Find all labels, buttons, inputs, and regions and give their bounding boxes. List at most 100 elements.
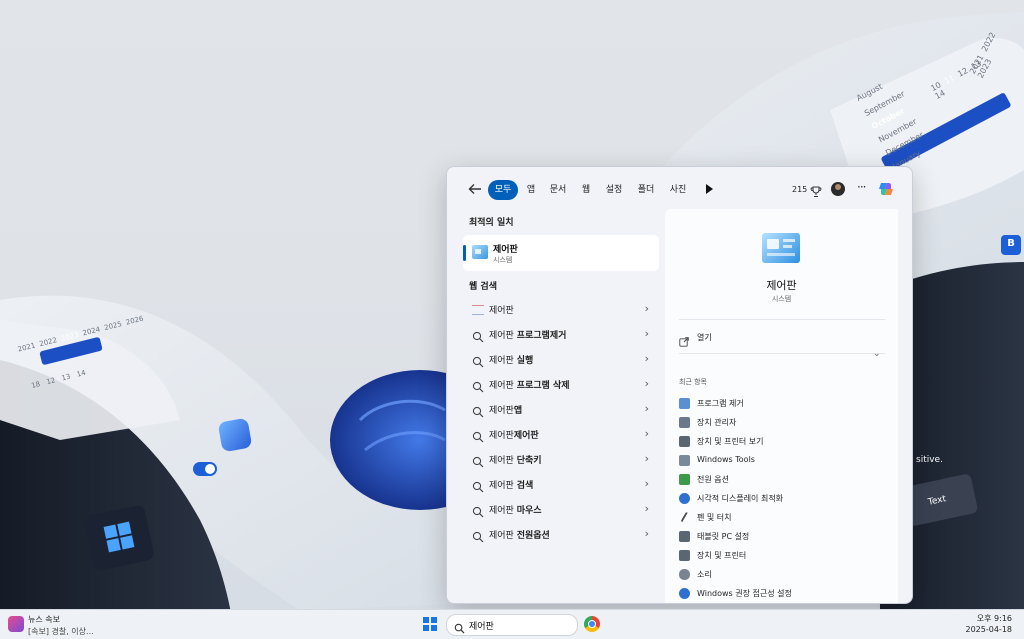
search-filter-bar: 모두 앱 문서 웹 설정 폴더 사진 215 ··· <box>447 167 912 211</box>
best-match-item[interactable]: 제어판 시스템 <box>463 235 659 271</box>
chevron-right-icon: › <box>644 327 649 340</box>
search-icon <box>472 503 484 518</box>
filter-folders[interactable]: 폴더 <box>633 180 659 200</box>
control-panel-large-icon <box>762 233 800 263</box>
recent-item[interactable]: 장치 관리자 <box>679 414 879 432</box>
start-button[interactable] <box>423 617 437 631</box>
search-icon <box>472 353 484 368</box>
web-result-query: 제어판 <box>489 456 517 466</box>
filter-all[interactable]: 모두 <box>488 180 518 200</box>
expand-chevron-icon[interactable]: ⌄ <box>873 349 881 359</box>
filter-web[interactable]: 웹 <box>577 180 595 200</box>
power-icon <box>679 474 690 485</box>
best-match-subtitle: 시스템 <box>493 256 513 264</box>
news-widget-icon <box>8 616 24 632</box>
web-result-row[interactable]: 제어판 실행 › <box>463 347 659 371</box>
copilot-icon[interactable] <box>877 180 895 198</box>
divider <box>679 319 885 320</box>
recent-item-label: 시각적 디스플레이 최적화 <box>697 494 784 503</box>
web-result-row[interactable]: 제어판 마우스 › <box>463 497 659 521</box>
web-result-row[interactable]: 제어판앱 › <box>463 397 659 421</box>
web-result-suggestion: 전원옵션 <box>516 531 550 541</box>
web-result-suggestion: 제어판 <box>513 431 539 441</box>
account-avatar[interactable] <box>831 182 845 196</box>
recent-item[interactable]: 태블릿 PC 설정 <box>679 528 879 546</box>
printer-icon <box>679 436 690 447</box>
recent-item[interactable]: 시각적 디스플레이 최적화 <box>679 490 879 508</box>
filter-documents[interactable]: 문서 <box>545 180 571 200</box>
filter-photos[interactable]: 사진 <box>665 180 691 200</box>
search-icon <box>472 528 484 543</box>
more-options-icon[interactable]: ··· <box>857 180 867 194</box>
news-title: 뉴스 속보 <box>28 615 60 624</box>
web-result-row[interactable]: 제어판 › <box>463 297 659 321</box>
open-label: 열기 <box>697 333 712 342</box>
start-search-panel: 모두 앱 문서 웹 설정 폴더 사진 215 ··· 최적의 일치 제어판 시스… <box>446 166 913 604</box>
web-result-query: 제어판 <box>489 531 517 541</box>
clock-time[interactable]: 오후 9:16 <box>977 613 1012 624</box>
taskbar: 뉴스 속보 [속보] 경찰, 이상... 제어판 오후 9:16 2025-04… <box>0 609 1024 639</box>
rewards-points: 215 <box>792 185 808 194</box>
web-result-favicon <box>472 305 484 315</box>
recent-item[interactable]: Windows 권장 접근성 설정 <box>679 585 879 603</box>
web-result-query: 제어판 <box>489 506 517 516</box>
chevron-right-icon: › <box>644 352 649 365</box>
more-filters-play-icon[interactable] <box>706 184 713 194</box>
web-result-suggestion: 앱 <box>513 406 523 416</box>
chevron-right-icon: › <box>644 427 649 440</box>
search-icon <box>472 428 484 443</box>
open-action[interactable]: 열기 <box>679 329 885 347</box>
recent-item-label: 소리 <box>697 570 712 579</box>
web-result-row[interactable]: 제어판제어판 › <box>463 422 659 446</box>
chevron-right-icon: › <box>644 302 649 315</box>
recent-item[interactable]: 소리 <box>679 566 879 584</box>
search-input[interactable]: 제어판 <box>469 619 494 632</box>
recent-item[interactable]: Windows Tools <box>679 452 879 470</box>
selection-indicator <box>463 245 466 261</box>
recent-item-label: Windows Tools <box>697 455 755 464</box>
web-result-suggestion: 단축키 <box>516 456 542 466</box>
filter-settings[interactable]: 설정 <box>601 180 627 200</box>
recent-item[interactable]: 프로그램 제거 <box>679 395 879 413</box>
recent-item-label: 장치 및 프린터 보기 <box>697 437 764 446</box>
taskbar-search-box[interactable]: 제어판 <box>446 614 578 636</box>
recent-item-label: 프로그램 제거 <box>697 399 744 408</box>
clock-date[interactable]: 2025-04-18 <box>966 625 1013 634</box>
accessibility-icon <box>679 493 690 504</box>
web-result-suggestion: 검색 <box>516 481 534 491</box>
web-result-query: 제어판 <box>489 331 517 341</box>
device-manager-icon <box>679 417 690 428</box>
recent-item[interactable]: 장치 및 프린터 보기 <box>679 433 879 451</box>
chevron-right-icon: › <box>644 402 649 415</box>
chevron-right-icon: › <box>644 377 649 390</box>
filter-apps[interactable]: 앱 <box>521 180 541 200</box>
wallpaper-badge: B <box>1007 238 1015 249</box>
web-result-row[interactable]: 제어판 프로그램 삭제 › <box>463 372 659 396</box>
web-result-row[interactable]: 제어판 단축키 › <box>463 447 659 471</box>
control-panel-icon <box>472 245 488 259</box>
back-arrow-icon[interactable] <box>467 181 483 197</box>
recent-item[interactable]: 전원 옵션 <box>679 471 879 489</box>
web-result-query: 제어판 <box>489 431 514 441</box>
web-result-suggestion: 프로그램제거 <box>516 331 567 341</box>
open-external-icon <box>679 332 689 351</box>
web-result-row[interactable]: 제어판 검색 › <box>463 472 659 496</box>
search-icon <box>472 378 484 393</box>
rewards-trophy-icon[interactable] <box>810 183 822 197</box>
tools-icon <box>679 455 690 466</box>
news-widget[interactable]: 뉴스 속보 [속보] 경찰, 이상... <box>6 613 156 637</box>
web-result-query: 제어판 <box>489 306 514 316</box>
wallpaper-text-fragment: sitive. <box>916 455 943 465</box>
speaker-icon <box>679 569 690 580</box>
search-icon <box>472 478 484 493</box>
recent-item[interactable]: 펜 및 터치 <box>679 509 879 527</box>
recent-item[interactable]: 장치 및 프린터 <box>679 547 879 565</box>
web-result-row[interactable]: 제어판 전원옵션 › <box>463 522 659 546</box>
detail-title: 제어판 <box>766 279 797 292</box>
web-result-suggestion: 실행 <box>516 356 534 366</box>
divider <box>679 353 885 354</box>
chrome-app-icon[interactable] <box>584 616 600 632</box>
news-text: [속보] 경찰, 이상... <box>28 627 94 636</box>
chevron-right-icon: › <box>644 527 649 540</box>
web-result-row[interactable]: 제어판 프로그램제거 › <box>463 322 659 346</box>
